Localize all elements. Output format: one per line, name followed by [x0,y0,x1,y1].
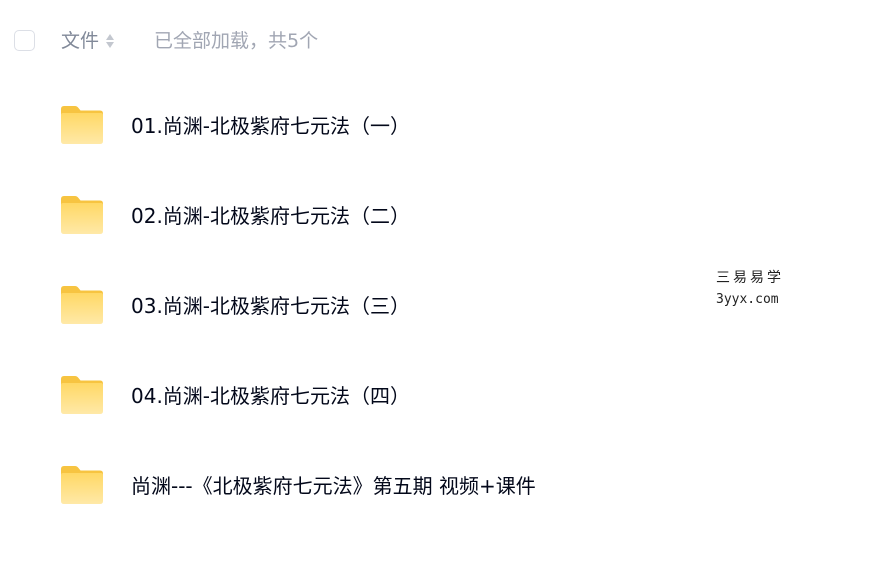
watermark: 三易易学 3yyx.com [716,268,806,310]
folder-row[interactable]: 尚渊---《北极紫府七元法》第五期 视频+课件 [0,442,881,532]
sort-arrows-icon[interactable] [106,32,116,50]
column-label-file: 文件 [61,30,100,52]
folder-name[interactable]: 02.尚渊-北极紫府七元法（二） [131,202,410,230]
folder-icon [59,285,105,325]
folder-icon [59,195,105,235]
folder-name[interactable]: 03.尚渊-北极紫府七元法（三） [131,292,410,320]
watermark-line-1: 三易易学 [716,270,784,286]
list-header: 文件 已全部加载，共5个 [0,0,881,84]
watermark-line-2: 3yyx.com [716,292,779,307]
folder-name[interactable]: 04.尚渊-北极紫府七元法（四） [131,382,410,410]
load-status-text: 已全部加载，共5个 [154,30,319,52]
folder-icon [59,105,105,145]
sort-ascending-icon [106,34,115,40]
folder-name[interactable]: 01.尚渊-北极紫府七元法（一） [131,112,410,140]
folder-row[interactable]: 02.尚渊-北极紫府七元法（二） [0,172,881,262]
sort-descending-icon [106,42,115,48]
folder-row[interactable]: 04.尚渊-北极紫府七元法（四） [0,352,881,442]
select-all-checkbox[interactable] [14,30,35,51]
folder-icon [59,375,105,415]
sort-by-filename-header[interactable]: 文件 [61,28,116,54]
folder-name[interactable]: 尚渊---《北极紫府七元法》第五期 视频+课件 [131,472,536,500]
folder-row[interactable]: 01.尚渊-北极紫府七元法（一） [0,82,881,172]
folder-icon [59,465,105,505]
